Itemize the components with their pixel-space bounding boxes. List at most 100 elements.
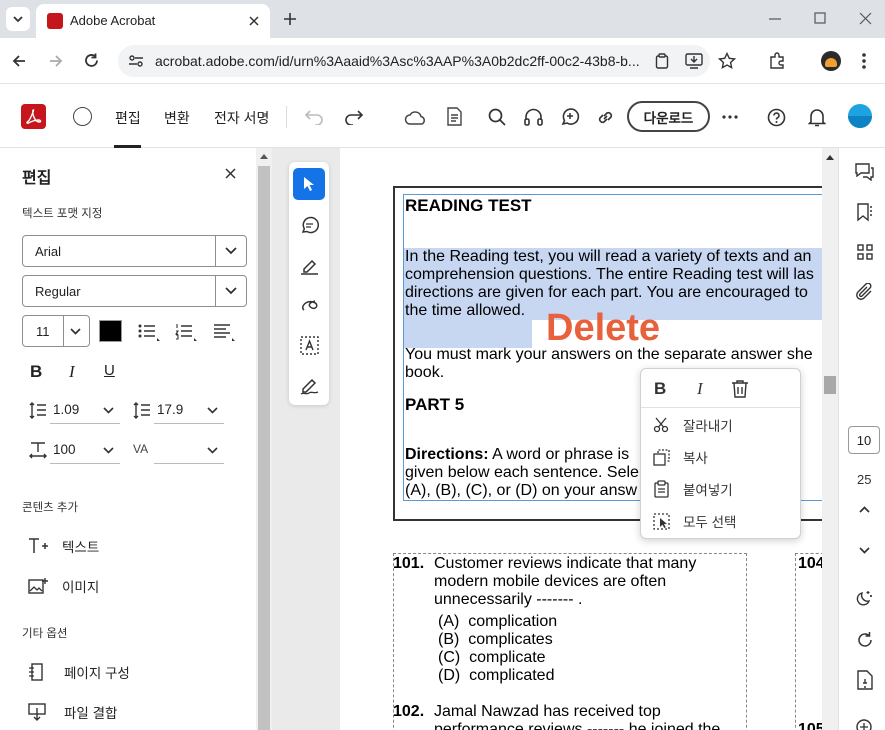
- minimize-icon[interactable]: [768, 12, 782, 26]
- close-tab-icon[interactable]: [248, 15, 260, 27]
- profile-photo-icon: [825, 58, 837, 67]
- share-link-icon[interactable]: [596, 108, 615, 127]
- highlight-tool-icon[interactable]: [300, 256, 319, 275]
- browser-menu-icon[interactable]: [862, 52, 866, 70]
- ctx-bold-button[interactable]: B: [654, 379, 666, 399]
- rotate-view-icon[interactable]: [856, 631, 874, 649]
- document-scrollbar[interactable]: [822, 148, 838, 730]
- underline-button[interactable]: U: [104, 362, 115, 379]
- undo-icon[interactable]: [304, 109, 324, 125]
- add-image-item[interactable]: 이미지: [28, 576, 99, 596]
- select-tool-button[interactable]: [293, 168, 325, 200]
- draw-tool-icon[interactable]: [300, 296, 319, 315]
- recent-history-icon[interactable]: [73, 107, 92, 126]
- font-family-value: Arial: [35, 244, 62, 259]
- ctx-delete-trash-icon[interactable]: [731, 379, 749, 398]
- more-options-icon[interactable]: [722, 115, 738, 119]
- url-omnibox[interactable]: acrobat.adobe.com/id/urn%3Aaaid%3Asc%3AA…: [118, 45, 710, 77]
- close-window-icon[interactable]: [859, 12, 872, 25]
- bookmarks-icon[interactable]: [857, 203, 873, 222]
- char-spacing-chevron-icon[interactable]: [206, 446, 219, 455]
- cloud-sync-icon[interactable]: [404, 109, 428, 127]
- pointer-icon: [304, 177, 314, 191]
- acrobat-logo-icon[interactable]: [21, 104, 46, 129]
- user-avatar[interactable]: [848, 104, 872, 128]
- search-icon[interactable]: [488, 108, 506, 126]
- panel-scrollbar[interactable]: [256, 148, 272, 730]
- page-organize-item[interactable]: 페이지 구성: [28, 662, 130, 682]
- acrobat-toolbar: 편집 변환 전자 서명 다운로드: [0, 84, 885, 148]
- sign-tool-icon[interactable]: [300, 376, 319, 395]
- q102-line1: Jamal Nawzad has received top: [434, 703, 661, 720]
- page-number-input[interactable]: 10: [848, 426, 880, 454]
- numbered-list-icon[interactable]: [175, 323, 197, 341]
- close-panel-icon[interactable]: [225, 168, 236, 179]
- read-aloud-headphones-icon[interactable]: [524, 108, 543, 126]
- maximize-icon[interactable]: [814, 12, 826, 24]
- text-align-icon[interactable]: [213, 323, 235, 341]
- scroll-up-arrow-icon[interactable]: [260, 153, 268, 159]
- font-style-select[interactable]: Regular: [22, 275, 247, 307]
- tab-search-button[interactable]: [6, 7, 30, 31]
- paragraph-spacing-chevron-icon[interactable]: [206, 406, 219, 415]
- ctx-select-all[interactable]: 모두 선택: [653, 511, 736, 531]
- directions-bold: Directions:: [405, 446, 489, 463]
- line-spacing-value[interactable]: 1.09: [53, 402, 79, 417]
- page-info-icon[interactable]: [857, 670, 873, 690]
- bold-button[interactable]: B: [30, 362, 42, 382]
- select-divider: [215, 236, 216, 266]
- page-organize-icon: [29, 663, 43, 681]
- menu-edit[interactable]: 편집: [115, 108, 141, 128]
- ctx-copy[interactable]: 복사: [653, 447, 708, 467]
- paragraph-spacing-value[interactable]: 17.9: [157, 402, 185, 417]
- bookmark-star-icon[interactable]: [718, 52, 736, 70]
- attachments-paperclip-icon[interactable]: [856, 283, 874, 302]
- menu-esign[interactable]: 전자 서명: [214, 108, 269, 128]
- profile-avatar[interactable]: [821, 51, 841, 71]
- notifications-bell-icon[interactable]: [808, 107, 826, 127]
- help-icon[interactable]: [767, 108, 786, 127]
- char-spacing-underline: [154, 463, 224, 464]
- reload-icon[interactable]: [83, 52, 100, 69]
- comments-panel-icon[interactable]: [855, 163, 874, 181]
- zoom-in-icon[interactable]: [856, 719, 874, 730]
- previous-page-chevron-icon[interactable]: [858, 505, 871, 514]
- q105-number: 105: [798, 721, 822, 730]
- ai-assistant-icon[interactable]: [560, 107, 580, 127]
- forward-arrow-icon[interactable]: [48, 53, 64, 69]
- menu-convert[interactable]: 변환: [164, 108, 190, 128]
- font-size-select[interactable]: 11: [22, 315, 90, 347]
- thumbnails-grid-icon[interactable]: [857, 244, 873, 260]
- document-properties-icon[interactable]: [447, 107, 462, 126]
- add-image-label: 이미지: [62, 580, 100, 595]
- ctx-cut[interactable]: 잘라내기: [653, 415, 733, 435]
- back-arrow-icon[interactable]: [11, 53, 27, 69]
- text-color-swatch[interactable]: [99, 320, 122, 342]
- ctx-paste[interactable]: 붙여넣기: [653, 479, 733, 499]
- new-tab-plus-icon[interactable]: [283, 12, 297, 26]
- clipboard-icon[interactable]: [655, 53, 669, 69]
- dark-mode-icon[interactable]: [855, 589, 874, 608]
- bullet-list-icon[interactable]: [138, 323, 160, 341]
- text-scale-chevron-icon[interactable]: [102, 446, 115, 455]
- document-scrollbar-thumb[interactable]: [824, 376, 836, 394]
- text-box-tool-icon[interactable]: [300, 336, 319, 355]
- line-spacing-chevron-icon[interactable]: [102, 406, 115, 415]
- install-app-icon[interactable]: [685, 53, 703, 69]
- browser-tab-active[interactable]: Adobe Acrobat: [36, 4, 270, 38]
- extensions-puzzle-icon[interactable]: [768, 52, 786, 70]
- scroll-up-arrow-icon[interactable]: [826, 154, 834, 160]
- font-family-select[interactable]: Arial: [22, 235, 247, 267]
- site-info-icon[interactable]: [128, 54, 144, 68]
- ctx-select-all-label: 모두 선택: [683, 515, 737, 530]
- comment-tool-icon[interactable]: [300, 216, 319, 235]
- add-text-item[interactable]: 텍스트: [28, 536, 99, 556]
- ctx-italic-button[interactable]: I: [697, 379, 703, 399]
- text-scale-value[interactable]: 100: [53, 442, 76, 457]
- panel-scrollbar-thumb[interactable]: [258, 166, 270, 730]
- file-combine-item[interactable]: 파일 결합: [28, 702, 117, 722]
- download-button[interactable]: 다운로드: [627, 101, 710, 132]
- next-page-chevron-icon[interactable]: [858, 546, 871, 555]
- redo-icon[interactable]: [344, 109, 364, 125]
- italic-button[interactable]: I: [69, 362, 75, 382]
